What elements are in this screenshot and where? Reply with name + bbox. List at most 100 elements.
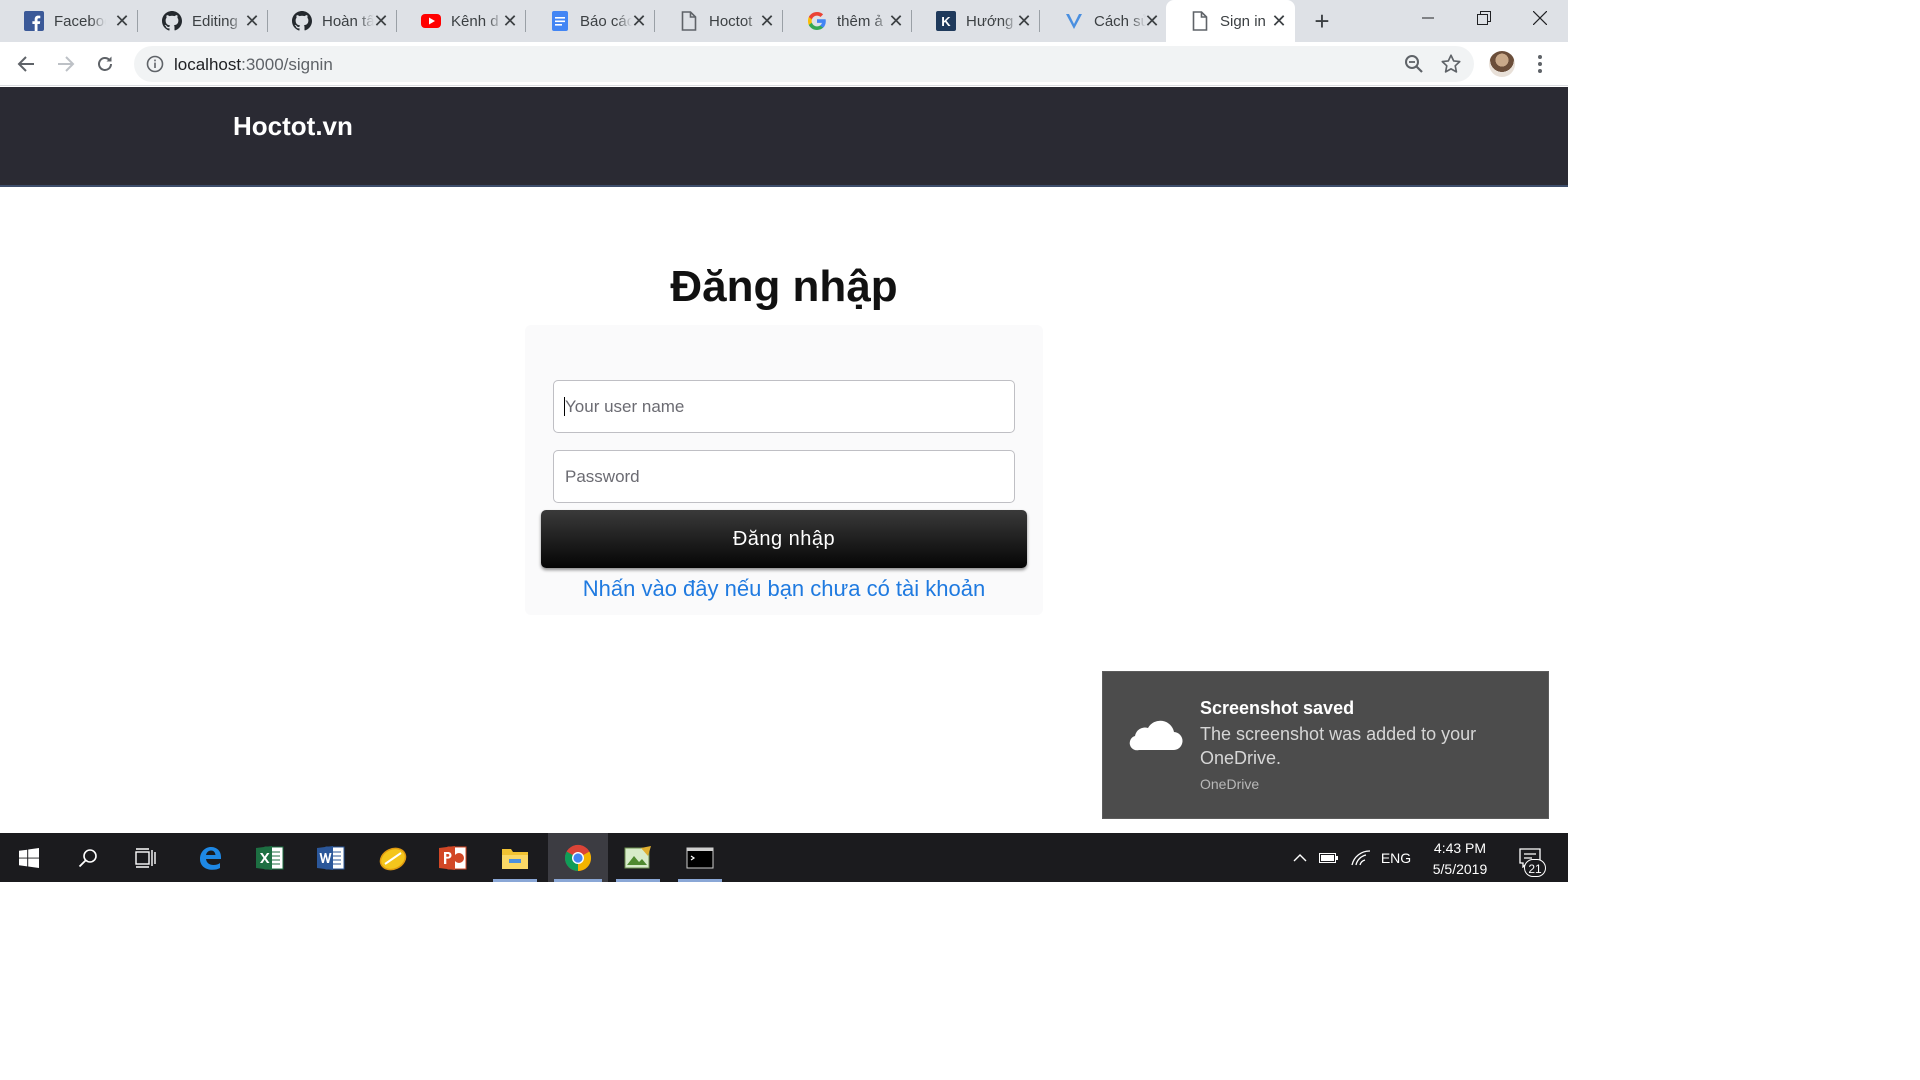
chrome-icon [564, 844, 592, 871]
reload-button[interactable] [91, 50, 119, 78]
browser-menu-icon[interactable] [1530, 50, 1550, 78]
tab-close-icon[interactable]: ✕ [1269, 11, 1289, 31]
tab-title: Hoctot [709, 12, 753, 30]
site-brand-link[interactable]: Hoctot.vn [233, 111, 353, 142]
notification-count-badge: 21 [1524, 859, 1546, 877]
tab-close-icon[interactable]: ✕ [242, 11, 262, 31]
windows-logo-icon [19, 847, 39, 868]
tab-google-search[interactable]: thêm ả ✕ [783, 0, 912, 42]
text-cursor [564, 397, 565, 416]
google-docs-icon [550, 11, 570, 31]
tab-facebook[interactable]: Facebook ✕ [0, 0, 138, 42]
page-icon [679, 11, 699, 31]
restore-icon [1477, 11, 1491, 25]
minimize-button[interactable] [1400, 0, 1456, 36]
taskbar-word[interactable] [303, 833, 359, 882]
folder-icon [502, 848, 528, 869]
tab-title: thêm ả [837, 12, 883, 30]
tab-close-icon[interactable]: ✕ [112, 11, 132, 31]
arrow-left-icon [17, 56, 34, 72]
tab-huong-dan[interactable]: K Hướng ✕ [912, 0, 1040, 42]
taskbar-file-explorer[interactable] [487, 833, 543, 882]
notification-title: Screenshot saved [1200, 698, 1355, 718]
youtube-icon [421, 11, 441, 31]
tab-title: Báo cáo [580, 12, 632, 30]
info-icon[interactable] [146, 55, 164, 73]
forward-button[interactable] [52, 50, 80, 78]
restore-button[interactable] [1456, 0, 1512, 36]
k-icon: K [936, 11, 956, 31]
tab-github-editing[interactable]: Editing ✕ [138, 0, 268, 42]
lemon-app-icon [379, 847, 407, 870]
language-indicator[interactable]: ENG [1378, 833, 1414, 882]
close-window-button[interactable] [1512, 0, 1568, 36]
start-button[interactable] [0, 833, 58, 882]
taskbar-clock[interactable]: 4:43 PM 5/5/2019 [1420, 838, 1500, 880]
bookmark-star-icon[interactable] [1440, 53, 1462, 75]
profile-avatar[interactable] [1489, 51, 1515, 77]
page-icon [1190, 11, 1210, 31]
taskbar-command-prompt[interactable] [672, 833, 728, 882]
tab-close-icon[interactable]: ✕ [1142, 11, 1162, 31]
v-icon [1064, 11, 1084, 31]
address-bar[interactable]: localhost:3000/signin [134, 46, 1474, 82]
tab-close-icon[interactable]: ✕ [757, 11, 777, 31]
browser-toolbar: localhost:3000/signin [0, 42, 1568, 86]
tab-cach-su-dung[interactable]: Cách sử ✕ [1040, 0, 1168, 42]
taskbar-edge[interactable] [182, 833, 238, 882]
tab-github-hoan-tat[interactable]: Hoàn tất ✕ [268, 0, 397, 42]
google-icon [807, 11, 827, 31]
svg-text:K: K [941, 14, 951, 29]
chevron-up-icon [1293, 853, 1307, 861]
taskbar-powerpoint[interactable] [425, 833, 481, 882]
arrow-right-icon [58, 56, 75, 72]
url-host: localhost [174, 55, 242, 74]
tab-close-icon[interactable]: ✕ [629, 11, 649, 31]
tab-strip: Facebook ✕ Editing ✕ Hoàn tất ✕ Kênh d ✕… [0, 0, 1568, 42]
show-hidden-icons-button[interactable] [1288, 833, 1312, 882]
terminal-icon [686, 847, 714, 868]
taskbar-image-app[interactable] [610, 833, 666, 882]
taskbar-excel[interactable] [242, 833, 298, 882]
search-button[interactable] [60, 833, 116, 882]
tab-google-docs[interactable]: Báo cáo ✕ [526, 0, 655, 42]
reload-icon [98, 56, 112, 71]
onedrive-notification[interactable]: Screenshot saved The screenshot was adde… [1102, 671, 1549, 819]
excel-icon [256, 845, 284, 870]
signin-button[interactable]: Đăng nhập [541, 510, 1027, 568]
tab-close-icon[interactable]: ✕ [886, 11, 906, 31]
battery-status[interactable] [1316, 833, 1342, 882]
wifi-icon [1351, 849, 1371, 865]
url-path: :3000/signin [241, 55, 333, 74]
zoom-out-icon[interactable] [1404, 54, 1424, 74]
username-input[interactable] [553, 380, 1015, 433]
new-tab-button[interactable]: + [1308, 7, 1336, 35]
task-view-icon [135, 847, 156, 868]
tab-title: Hoàn tất [322, 12, 374, 30]
back-button[interactable] [12, 50, 40, 78]
page-title: Đăng nhập [670, 262, 898, 311]
tab-close-icon[interactable]: ✕ [371, 11, 391, 31]
close-icon [1533, 11, 1547, 25]
tab-youtube[interactable]: Kênh d ✕ [397, 0, 526, 42]
tab-sign-in[interactable]: Sign in ✕ [1166, 0, 1295, 42]
tab-close-icon[interactable]: ✕ [1014, 11, 1034, 31]
powerpoint-icon [439, 845, 467, 870]
tab-title: Kênh d [451, 12, 499, 30]
tab-hoctot[interactable]: Hoctot ✕ [655, 0, 783, 42]
search-icon [78, 848, 97, 867]
site-header: Hoctot.vn [0, 87, 1568, 187]
tab-title: Editing [192, 12, 238, 30]
task-view-button[interactable] [118, 833, 174, 882]
network-status[interactable] [1348, 833, 1374, 882]
taskbar-sticky-app[interactable] [365, 833, 421, 882]
tab-title: Hướng [966, 12, 1014, 30]
tab-close-icon[interactable]: ✕ [500, 11, 520, 31]
taskbar-chrome[interactable] [548, 833, 608, 882]
signup-link[interactable]: Nhấn vào đây nếu bạn chưa có tài khoản [0, 576, 1568, 602]
edge-icon [200, 846, 221, 870]
password-input[interactable] [553, 450, 1015, 503]
clock-date: 5/5/2019 [1432, 861, 1488, 877]
tab-title: Sign in [1220, 12, 1266, 30]
github-icon [162, 11, 182, 31]
